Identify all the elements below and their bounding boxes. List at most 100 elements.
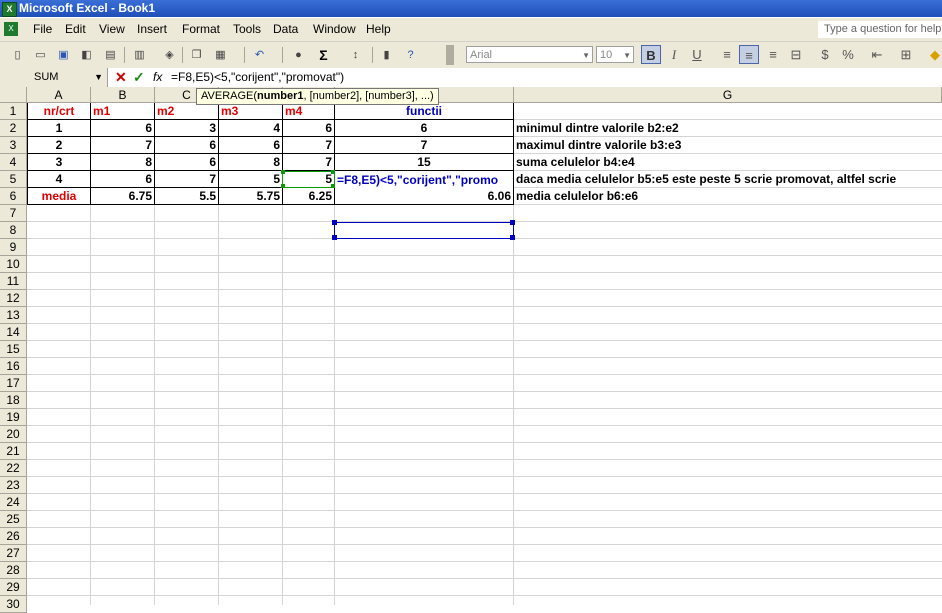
menu-edit[interactable]: Edit xyxy=(65,22,86,36)
cell-g2[interactable]: minimul dintre valorile b2:e2 xyxy=(514,120,942,137)
cell-c6[interactable]: 5.5 xyxy=(155,188,218,205)
cell-e2[interactable]: 6 xyxy=(283,120,334,137)
row-header[interactable]: 26 xyxy=(0,528,27,545)
col-header-g[interactable]: G xyxy=(514,87,942,103)
reference-handle[interactable] xyxy=(510,235,515,240)
row-header[interactable]: 20 xyxy=(0,426,27,443)
row-header[interactable]: 11 xyxy=(0,273,27,290)
function-tooltip[interactable]: AVERAGE(number1, [number2], [number3], .… xyxy=(196,88,439,105)
open-icon[interactable]: ▭ xyxy=(32,47,49,63)
formula-input[interactable]: =F8,E5)<5,"corijent","promovat") xyxy=(171,68,344,87)
cell-c3[interactable]: 6 xyxy=(155,137,218,154)
select-all-corner[interactable] xyxy=(0,87,27,103)
font-name-select[interactable]: Arial ▼ xyxy=(466,46,593,63)
cell-a3[interactable]: 2 xyxy=(28,137,90,154)
row-header[interactable]: 1 xyxy=(0,103,27,120)
row-header[interactable]: 24 xyxy=(0,494,27,511)
cell-b3[interactable]: 7 xyxy=(91,137,154,154)
cell-e6[interactable]: 6.25 xyxy=(283,188,334,205)
row-header[interactable]: 25 xyxy=(0,511,27,528)
excel-icon[interactable]: X xyxy=(2,2,17,17)
align-right-icon[interactable]: ≡ xyxy=(763,45,783,64)
row-header[interactable]: 16 xyxy=(0,358,27,375)
row-header[interactable]: 10 xyxy=(0,256,27,273)
cell-g3[interactable]: maximul dintre valorile b3:e3 xyxy=(514,137,942,154)
cell-c2[interactable]: 3 xyxy=(155,120,218,137)
autosum-button[interactable]: Σ xyxy=(315,47,332,63)
menu-data[interactable]: Data xyxy=(273,22,298,36)
print-preview-icon[interactable]: ▥ xyxy=(131,47,148,63)
cancel-icon[interactable]: ✕ xyxy=(115,68,127,87)
enter-icon[interactable]: ✓ xyxy=(133,68,145,87)
currency-button[interactable]: $ xyxy=(815,45,835,64)
align-left-icon[interactable]: ≡ xyxy=(717,45,737,64)
help-icon[interactable]: ? xyxy=(402,47,419,63)
cell-a5[interactable]: 4 xyxy=(28,171,90,188)
cell-f6[interactable]: 6.06 xyxy=(335,188,513,205)
copy-icon[interactable]: ❐ xyxy=(188,47,205,63)
menu-file[interactable]: File xyxy=(33,22,52,36)
row-header[interactable]: 8 xyxy=(0,222,27,239)
fill-color-icon[interactable]: ◆ xyxy=(925,45,942,64)
cell-b6[interactable]: 6.75 xyxy=(91,188,154,205)
menu-format[interactable]: Format xyxy=(182,22,220,36)
spelling-icon[interactable]: ◈ xyxy=(161,47,178,63)
cell-a6[interactable]: media xyxy=(28,188,90,205)
cell-d3[interactable]: 6 xyxy=(219,137,282,154)
menu-window[interactable]: Window xyxy=(313,22,356,36)
cell-b4[interactable]: 8 xyxy=(91,154,154,171)
reference-handle[interactable] xyxy=(332,235,337,240)
menu-insert[interactable]: Insert xyxy=(137,22,167,36)
cell-d1[interactable]: m3 xyxy=(219,103,282,120)
decrease-indent-icon[interactable]: ⇤ xyxy=(867,45,887,64)
menu-view[interactable]: View xyxy=(99,22,125,36)
row-header[interactable]: 5 xyxy=(0,171,27,188)
bold-button[interactable]: B xyxy=(641,45,661,64)
row-header[interactable]: 15 xyxy=(0,341,27,358)
row-header[interactable]: 9 xyxy=(0,239,27,256)
new-icon[interactable]: ▯ xyxy=(9,47,26,63)
cell-d4[interactable]: 8 xyxy=(219,154,282,171)
underline-button[interactable]: U xyxy=(687,45,707,64)
center-icon[interactable]: ≡ xyxy=(739,45,759,64)
cell-d2[interactable]: 4 xyxy=(219,120,282,137)
col-header-a[interactable]: A xyxy=(27,87,91,103)
row-header[interactable]: 18 xyxy=(0,392,27,409)
col-header-b[interactable]: B xyxy=(91,87,155,103)
merge-center-icon[interactable]: ⊟ xyxy=(786,45,806,64)
row-header[interactable]: 12 xyxy=(0,290,27,307)
cell-c5[interactable]: 7 xyxy=(155,171,218,188)
paste-icon[interactable]: ▦ xyxy=(212,47,229,63)
row-header[interactable]: 21 xyxy=(0,443,27,460)
reference-handle[interactable] xyxy=(332,220,337,225)
borders-icon[interactable]: ⊞ xyxy=(896,45,916,64)
cell-f2[interactable]: 6 xyxy=(335,120,513,137)
cell-b1[interactable]: m1 xyxy=(91,103,154,120)
percent-button[interactable]: % xyxy=(838,45,858,64)
cell-e1[interactable]: m4 xyxy=(283,103,334,120)
sort-ascending-icon[interactable]: ↕ xyxy=(347,47,364,63)
cell-d5[interactable]: 5 xyxy=(219,171,282,188)
hyperlink-icon[interactable]: ● xyxy=(290,47,307,63)
ask-question-box[interactable]: Type a question for help xyxy=(818,21,942,38)
reference-handle[interactable] xyxy=(331,170,335,174)
permission-icon[interactable]: ◧ xyxy=(78,47,95,63)
cell-g4[interactable]: suma celulelor b4:e4 xyxy=(514,154,942,171)
cell-e4[interactable]: 7 xyxy=(283,154,334,171)
row-header[interactable]: 3 xyxy=(0,137,27,154)
row-header[interactable]: 28 xyxy=(0,562,27,579)
cell-f1[interactable]: functii xyxy=(335,103,513,120)
reference-handle[interactable] xyxy=(281,184,285,188)
cell-f4[interactable]: 15 xyxy=(335,154,513,171)
cell-a1[interactable]: nr/crt xyxy=(28,103,90,120)
undo-icon[interactable]: ↶ xyxy=(251,47,268,63)
row-header[interactable]: 14 xyxy=(0,324,27,341)
cell-e3[interactable]: 7 xyxy=(283,137,334,154)
row-header[interactable]: 19 xyxy=(0,409,27,426)
row-header[interactable]: 7 xyxy=(0,205,27,222)
row-header[interactable]: 2 xyxy=(0,120,27,137)
reference-handle[interactable] xyxy=(281,170,285,174)
row-header[interactable]: 17 xyxy=(0,375,27,392)
row-header[interactable]: 6 xyxy=(0,188,27,205)
cell-a4[interactable]: 3 xyxy=(28,154,90,171)
